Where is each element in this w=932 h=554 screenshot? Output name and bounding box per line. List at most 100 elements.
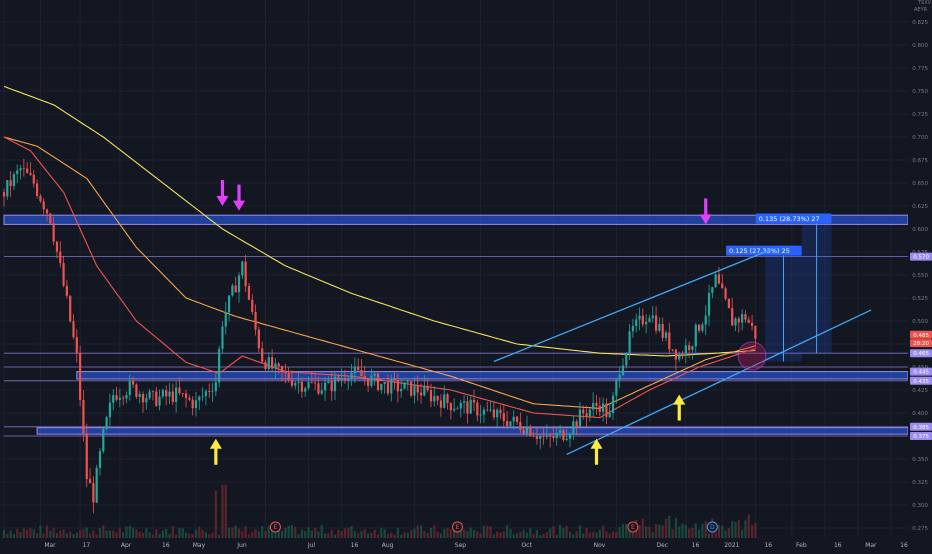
candle-body xyxy=(585,413,588,417)
candle-body xyxy=(184,393,188,398)
candle-body xyxy=(115,395,118,400)
candle-body xyxy=(502,413,505,421)
volume-bar xyxy=(472,529,476,538)
candle-body xyxy=(357,366,360,370)
candle-body xyxy=(506,420,509,426)
volume-bar xyxy=(327,533,330,538)
price-label: 0.465 xyxy=(913,351,929,357)
candle-body xyxy=(592,402,595,410)
volume-bar xyxy=(300,529,303,538)
candle-body xyxy=(588,409,591,417)
candle-body xyxy=(562,430,565,440)
candle-body xyxy=(376,373,380,390)
candle-body xyxy=(714,274,717,288)
candle-body xyxy=(284,371,287,374)
volume-bar xyxy=(542,534,545,538)
candle-body xyxy=(108,402,112,418)
candle-body xyxy=(602,403,605,412)
volume-bar xyxy=(108,530,112,538)
volume-bar xyxy=(244,526,247,538)
volume-bar xyxy=(267,526,270,538)
time-tick-label: Apr xyxy=(121,542,132,549)
volume-bar xyxy=(602,525,605,538)
price-chart[interactable]: 0.125 (27.33%) 250.135 (28.73%) 27 EEED … xyxy=(0,0,932,550)
volume-bar xyxy=(509,528,512,538)
volume-bar xyxy=(168,533,171,538)
candle-body xyxy=(327,380,330,383)
candle-body xyxy=(343,378,347,381)
time-tick-label: Dec xyxy=(657,542,669,549)
volume-bar xyxy=(98,528,102,538)
time-tick-label: 17 xyxy=(83,542,91,549)
time-tick-label: 16 xyxy=(162,542,170,549)
volume-bar xyxy=(85,527,88,538)
candle-body xyxy=(191,399,194,409)
candle-body xyxy=(214,382,217,392)
volume-bar xyxy=(598,529,601,538)
volume-bar xyxy=(443,528,446,538)
candle-body xyxy=(707,292,711,316)
volume-bar xyxy=(42,533,45,538)
volume-bar xyxy=(664,518,668,538)
candle-body xyxy=(535,436,539,439)
candle-body xyxy=(244,261,247,287)
symbol-label: TSXV xyxy=(917,0,932,6)
candle-body xyxy=(231,285,234,296)
volume-bar xyxy=(515,533,519,538)
price-tick-label: 0.500 xyxy=(912,319,928,325)
volume-bar xyxy=(744,520,747,538)
volume-bar xyxy=(582,533,585,538)
time-tick-label: 16 xyxy=(351,542,359,549)
volume-bar xyxy=(549,528,552,538)
candle-body xyxy=(512,416,515,422)
candle-body xyxy=(158,396,161,406)
volume-bar xyxy=(191,534,194,538)
candle-body xyxy=(741,314,744,323)
volume-bar xyxy=(261,525,264,538)
candle-body xyxy=(237,275,241,293)
volume-bar xyxy=(330,529,333,538)
candle-body xyxy=(565,438,568,440)
volume-bar xyxy=(353,531,356,538)
volume-bar xyxy=(357,533,360,538)
candle-body xyxy=(701,324,704,331)
volume-bar xyxy=(333,534,337,538)
candle-body xyxy=(731,308,734,326)
volume-bar xyxy=(251,531,254,538)
candle-body xyxy=(330,380,333,392)
chart-root[interactable]: 0.125 (27.33%) 25 0.135 (28.73%) 27 EEED … xyxy=(0,0,932,550)
candle-body xyxy=(555,432,558,439)
candle-body xyxy=(462,401,466,403)
volume-bar xyxy=(363,529,366,538)
candle-body xyxy=(509,421,512,426)
volume-bar xyxy=(6,533,9,538)
volume-bar xyxy=(400,534,403,538)
volume-bar xyxy=(165,529,168,538)
candle-body xyxy=(155,391,158,406)
candle-body xyxy=(469,399,472,414)
volume-bar xyxy=(16,529,19,538)
price-tick-label: 0.650 xyxy=(912,181,928,187)
volume-bar xyxy=(562,527,565,538)
volume-bar xyxy=(314,527,317,538)
candle-body xyxy=(489,409,492,411)
volume-bar xyxy=(122,532,125,538)
volume-bar xyxy=(188,533,191,538)
candle-body xyxy=(638,315,641,320)
candle-body xyxy=(337,376,340,381)
price-tick-label: 0.525 xyxy=(912,296,928,302)
volume-bar xyxy=(92,530,95,538)
volume-bar xyxy=(476,531,479,538)
volume-bar xyxy=(459,531,462,538)
time-tick-label: Aug xyxy=(382,542,394,549)
volume-bar xyxy=(158,534,161,538)
volume-bar xyxy=(218,534,221,538)
candle-body xyxy=(102,429,105,452)
volume-bar xyxy=(482,525,486,538)
candle-body xyxy=(426,385,429,391)
candle-body xyxy=(314,382,317,384)
candle-body xyxy=(151,391,155,393)
volume-bar xyxy=(707,533,711,538)
candle-body xyxy=(545,435,548,437)
volume-bar xyxy=(148,532,151,538)
